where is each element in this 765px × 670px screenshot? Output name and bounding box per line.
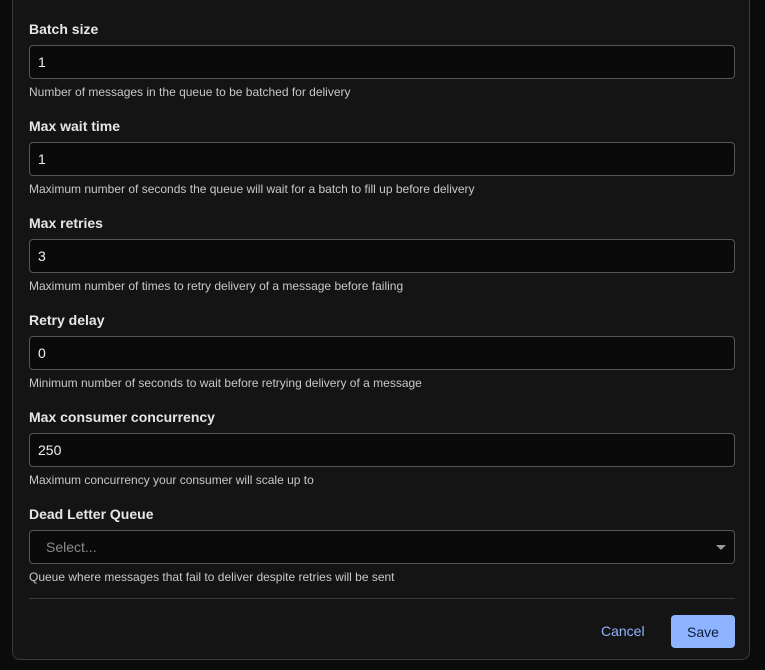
- max-wait-time-value: 1: [38, 151, 46, 167]
- queue-settings-panel: Batch size 1 Number of messages in the q…: [12, 0, 750, 660]
- dead-letter-queue-placeholder: Select...: [46, 539, 97, 555]
- max-retries-help: Maximum number of times to retry deliver…: [29, 279, 404, 293]
- save-button[interactable]: Save: [671, 615, 735, 648]
- chevron-down-icon[interactable]: [716, 544, 726, 550]
- max-retries-field: Max retries 3 Maximum number of times to…: [29, 214, 735, 294]
- max-consumer-concurrency-value: 250: [38, 442, 62, 458]
- batch-size-help: Number of messages in the queue to be ba…: [29, 85, 351, 99]
- retry-delay-value: 0: [38, 345, 46, 361]
- batch-size-input[interactable]: 1: [29, 45, 735, 79]
- max-consumer-concurrency-label: Max consumer concurrency: [29, 409, 215, 425]
- batch-size-label: Batch size: [29, 21, 99, 37]
- max-wait-time-input[interactable]: 1: [29, 142, 735, 176]
- max-consumer-concurrency-help: Maximum concurrency your consumer will s…: [29, 473, 314, 487]
- batch-size-value: 1: [38, 54, 46, 70]
- cancel-button[interactable]: Cancel: [593, 615, 653, 647]
- retry-delay-input[interactable]: 0: [29, 336, 735, 370]
- max-retries-input[interactable]: 3: [29, 239, 735, 273]
- max-wait-time-help: Maximum number of seconds the queue will…: [29, 182, 475, 196]
- batch-size-field: Batch size 1 Number of messages in the q…: [29, 20, 735, 100]
- max-consumer-concurrency-field: Max consumer concurrency 250 Maximum con…: [29, 408, 735, 488]
- retry-delay-field: Retry delay 0 Minimum number of seconds …: [29, 311, 735, 391]
- dead-letter-queue-field: Dead Letter Queue Select... Queue where …: [29, 505, 735, 585]
- retry-delay-help: Minimum number of seconds to wait before…: [29, 376, 422, 390]
- dead-letter-queue-help: Queue where messages that fail to delive…: [29, 570, 395, 584]
- dead-letter-queue-select[interactable]: Select...: [29, 530, 735, 564]
- max-wait-time-field: Max wait time 1 Maximum number of second…: [29, 117, 735, 197]
- footer-divider: [29, 598, 735, 599]
- dead-letter-queue-label: Dead Letter Queue: [29, 506, 154, 522]
- max-wait-time-label: Max wait time: [29, 118, 121, 134]
- max-consumer-concurrency-input[interactable]: 250: [29, 433, 735, 467]
- max-retries-label: Max retries: [29, 215, 103, 231]
- max-retries-value: 3: [38, 248, 46, 264]
- retry-delay-label: Retry delay: [29, 312, 105, 328]
